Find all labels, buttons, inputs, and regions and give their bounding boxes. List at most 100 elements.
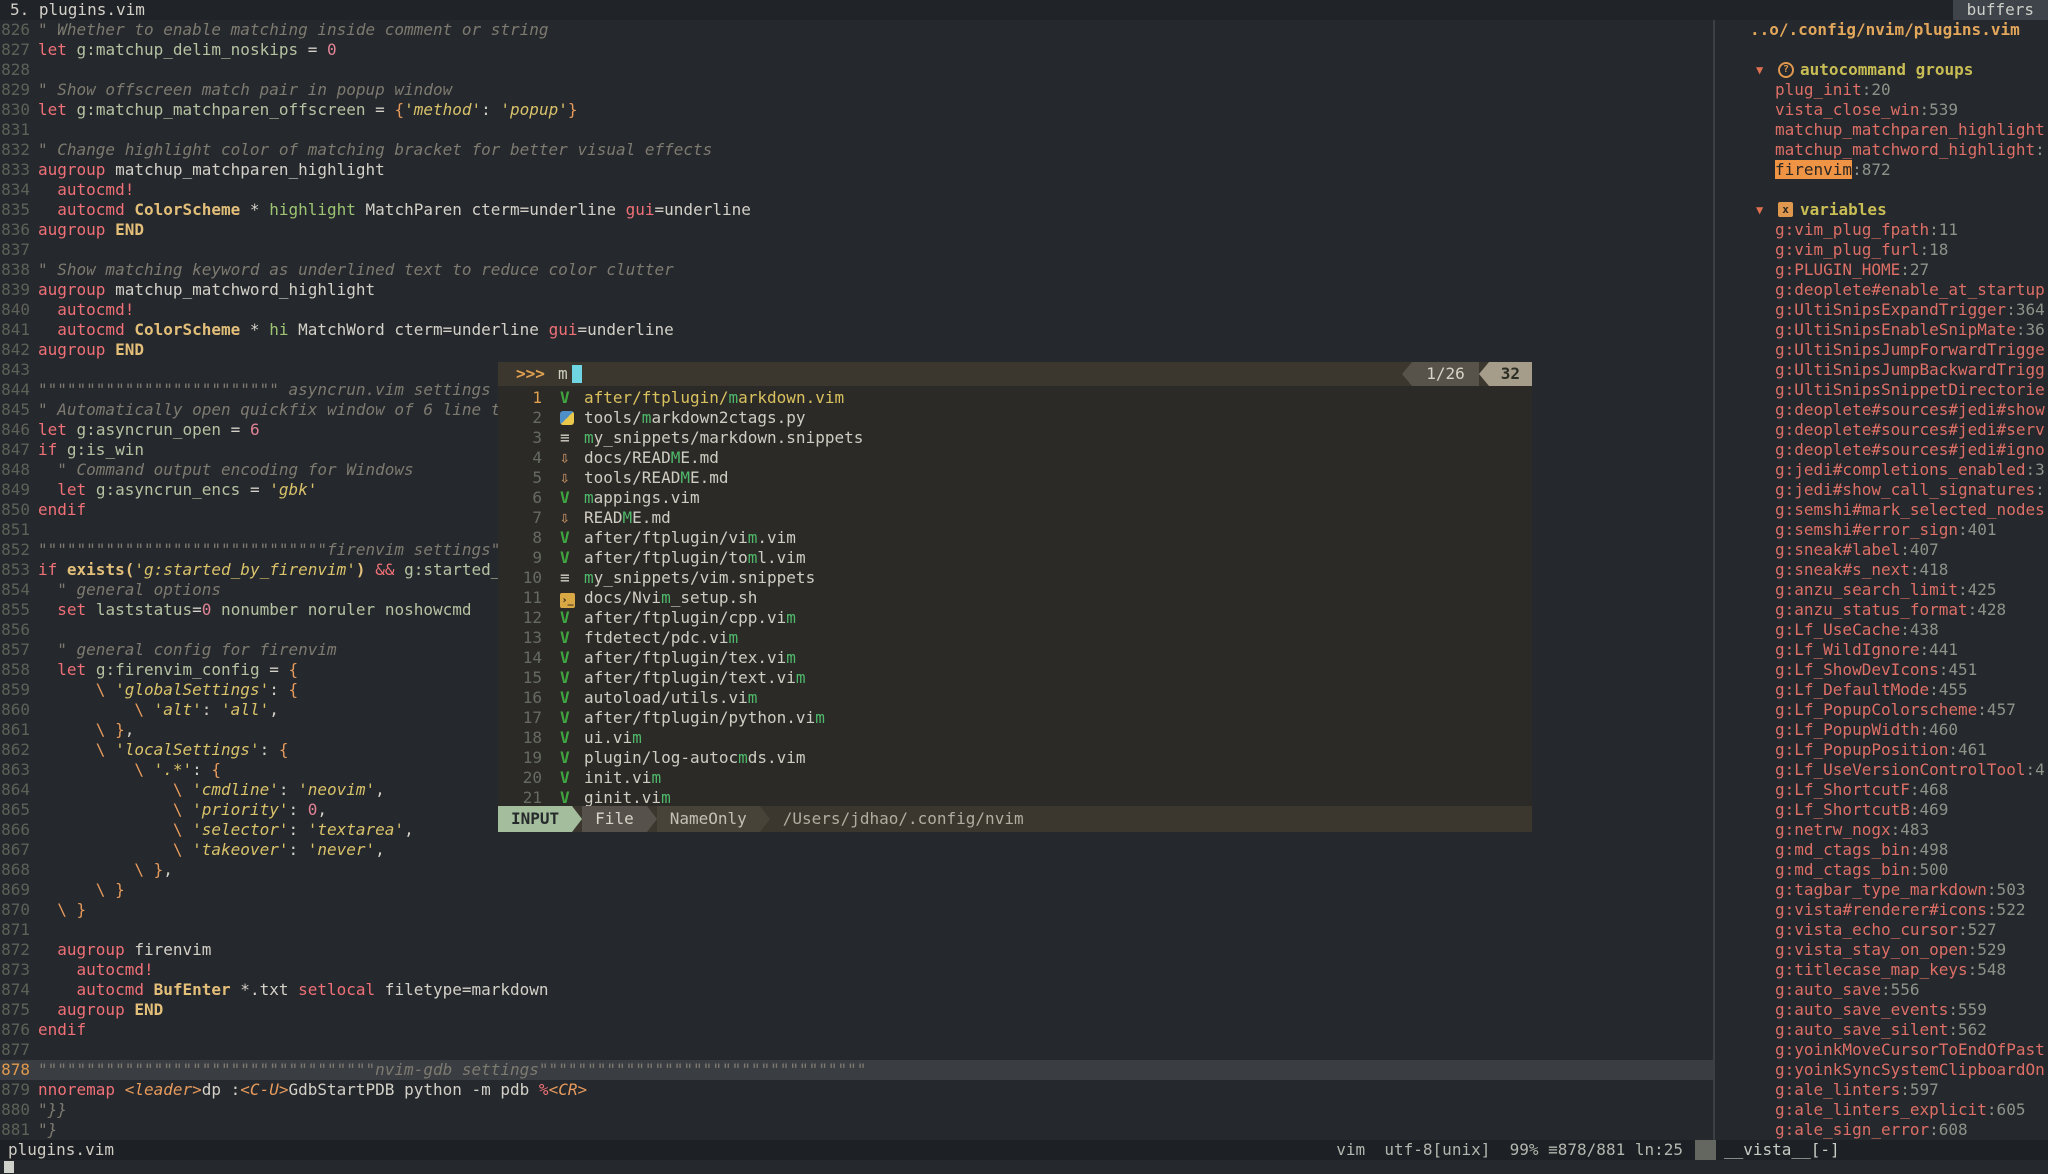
vista-tag-item[interactable]: g:Lf_ShortcutF:468 — [1775, 780, 1948, 800]
code-line[interactable]: 868 \ }, — [0, 860, 1713, 880]
vista-tag-item[interactable]: g:ale_sign_error:608 — [1775, 1120, 1968, 1140]
vista-tag-item[interactable]: g:titlecase_map_keys:548 — [1775, 960, 2006, 980]
fuzzy-finder-input-row[interactable]: >>> m 1/26 32 — [498, 362, 1532, 386]
chevron-down-icon[interactable]: ▼ — [1756, 60, 1763, 80]
code-line[interactable]: 880"}} — [0, 1100, 1713, 1120]
vista-tag-item[interactable]: matchup_matchword_highlight: — [1775, 140, 2045, 160]
code-line[interactable]: 878"""""""""""""""""""""""""""""""""""nv… — [0, 1060, 1713, 1080]
vista-tag-item[interactable]: g:Lf_PopupColorscheme:457 — [1775, 700, 2016, 720]
vista-tag-item[interactable]: matchup_matchparen_highlight — [1775, 120, 2045, 140]
code-line[interactable]: 877 — [0, 1040, 1713, 1060]
vista-tag-item[interactable]: g:semshi#error_sign:401 — [1775, 520, 1997, 540]
sidebar-section-header[interactable]: ▼?autocommand groups — [1716, 60, 2048, 80]
code-line[interactable]: 831 — [0, 120, 1713, 140]
code-line[interactable]: 832" Change highlight color of matching … — [0, 140, 1713, 160]
code-line[interactable]: 830let g:matchup_matchparen_offscreen = … — [0, 100, 1713, 120]
file-result-item[interactable]: 17Vafter/ftplugin/python.vim — [498, 708, 1532, 728]
code-line[interactable]: 829" Show offscreen match pair in popup … — [0, 80, 1713, 100]
code-line[interactable]: 828 — [0, 60, 1713, 80]
vista-tag-item[interactable]: g:anzu_search_limit:425 — [1775, 580, 1997, 600]
vista-tag-item[interactable]: g:yoinkSyncSystemClipboardOn — [1775, 1060, 2045, 1080]
code-line[interactable]: 871 — [0, 920, 1713, 940]
code-line[interactable]: 872 augroup firenvim — [0, 940, 1713, 960]
code-line[interactable]: 874 autocmd BufEnter *.txt setlocal file… — [0, 980, 1713, 1000]
vista-tag-item[interactable]: g:Lf_UseVersionControlTool:4 — [1775, 760, 2045, 780]
vista-tag-item[interactable]: g:netrw_nogx:483 — [1775, 820, 1929, 840]
vista-tag-item[interactable]: g:vista#renderer#icons:522 — [1775, 900, 2025, 920]
code-line[interactable]: 881"} — [0, 1120, 1713, 1140]
vista-tag-item[interactable]: g:deoplete#sources#jedi#igno — [1775, 440, 2045, 460]
file-result-item[interactable]: 6Vmappings.vim — [498, 488, 1532, 508]
vista-tag-item[interactable]: g:jedi#show_call_signatures: — [1775, 480, 2045, 500]
vista-tag-item[interactable]: g:UltiSnipsSnippetDirectorie — [1775, 380, 2045, 400]
vista-tag-item[interactable]: g:ale_linters_explicit:605 — [1775, 1100, 2025, 1120]
vista-tag-item[interactable]: vista_close_win:539 — [1775, 100, 1958, 120]
code-line[interactable]: 869 \ } — [0, 880, 1713, 900]
code-line[interactable]: 870 \ } — [0, 900, 1713, 920]
code-line[interactable]: 876endif — [0, 1020, 1713, 1040]
file-result-item[interactable]: 14Vafter/ftplugin/tex.vim — [498, 648, 1532, 668]
vista-tag-item[interactable]: g:deoplete#sources#jedi#serv — [1775, 420, 2045, 440]
vista-tag-item[interactable]: g:auto_save_silent:562 — [1775, 1020, 1987, 1040]
code-line[interactable]: 841 autocmd ColorScheme * hi MatchWord c… — [0, 320, 1713, 340]
file-result-item[interactable]: 3≡my_snippets/markdown.snippets — [498, 428, 1532, 448]
vista-tag-item[interactable]: g:auto_save_events:559 — [1775, 1000, 1987, 1020]
code-line[interactable]: 826" Whether to enable matching inside c… — [0, 20, 1713, 40]
code-line[interactable]: 867 \ 'takeover': 'never', — [0, 840, 1713, 860]
code-line[interactable]: 834 autocmd! — [0, 180, 1713, 200]
vista-tag-item[interactable]: g:Lf_ShortcutB:469 — [1775, 800, 1948, 820]
vista-tag-item[interactable]: g:sneak#label:407 — [1775, 540, 1939, 560]
vista-tag-item[interactable]: g:vim_plug_fpath:11 — [1775, 220, 1958, 240]
vista-tag-item[interactable]: g:Lf_DefaultMode:455 — [1775, 680, 1968, 700]
code-line[interactable]: 842augroup END — [0, 340, 1713, 360]
vista-tag-item[interactable]: g:tagbar_type_markdown:503 — [1775, 880, 2025, 900]
vista-tag-item[interactable]: g:anzu_status_format:428 — [1775, 600, 2006, 620]
code-line[interactable]: 875 augroup END — [0, 1000, 1713, 1020]
code-line[interactable]: 833augroup matchup_matchparen_highlight — [0, 160, 1713, 180]
vista-tag-item[interactable]: g:Lf_PopupPosition:461 — [1775, 740, 1987, 760]
file-result-item[interactable]: 4⇩docs/README.md — [498, 448, 1532, 468]
code-line[interactable]: 835 autocmd ColorScheme * highlight Matc… — [0, 200, 1713, 220]
code-line[interactable]: 879nnoremap <leader>dp :<C-U>GdbStartPDB… — [0, 1080, 1713, 1100]
vista-tag-item[interactable]: g:md_ctags_bin:500 — [1775, 860, 1948, 880]
vista-tag-item[interactable]: g:auto_save:556 — [1775, 980, 1920, 1000]
code-line[interactable]: 837 — [0, 240, 1713, 260]
sidebar-section-header[interactable]: ▼xvariables — [1716, 200, 2048, 220]
vista-tag-item[interactable]: g:vista_echo_cursor:527 — [1775, 920, 1997, 940]
vista-tag-item[interactable]: g:Lf_ShowDevIcons:451 — [1775, 660, 1977, 680]
file-result-item[interactable]: 19Vplugin/log-autocmds.vim — [498, 748, 1532, 768]
vista-tag-item[interactable]: g:sneak#s_next:418 — [1775, 560, 1948, 580]
file-result-item[interactable]: 20Vinit.vim — [498, 768, 1532, 788]
file-result-item[interactable]: 12Vafter/ftplugin/cpp.vim — [498, 608, 1532, 628]
vista-tag-item[interactable]: g:UltiSnipsExpandTrigger:364 — [1775, 300, 2045, 320]
vista-tag-item[interactable]: g:deoplete#sources#jedi#show — [1775, 400, 2045, 420]
vista-tag-item[interactable]: g:deoplete#enable_at_startup — [1775, 280, 2045, 300]
vista-tag-item[interactable]: g:UltiSnipsEnableSnipMate:36 — [1775, 320, 2045, 340]
vista-tag-item[interactable]: g:vista_stay_on_open:529 — [1775, 940, 2006, 960]
code-line[interactable]: 873 autocmd! — [0, 960, 1713, 980]
vista-tag-item[interactable]: g:PLUGIN_HOME:27 — [1775, 260, 1929, 280]
vista-tag-item[interactable]: g:UltiSnipsJumpBackwardTrigg — [1775, 360, 2045, 380]
vista-tag-item[interactable]: g:Lf_UseCache:438 — [1775, 620, 1939, 640]
file-result-item[interactable]: 7⇩README.md — [498, 508, 1532, 528]
file-result-item[interactable]: 21Vginit.vim — [498, 788, 1532, 808]
file-result-item[interactable]: 9Vafter/ftplugin/toml.vim — [498, 548, 1532, 568]
file-result-item[interactable]: 1Vafter/ftplugin/markdown.vim — [498, 388, 1532, 408]
file-result-item[interactable]: 18Vui.vim — [498, 728, 1532, 748]
file-result-item[interactable]: 2tools/markdown2ctags.py — [498, 408, 1532, 428]
file-result-item[interactable]: 8Vafter/ftplugin/vim.vim — [498, 528, 1532, 548]
file-result-item[interactable]: 11›_docs/Nvim_setup.sh — [498, 588, 1532, 608]
code-line[interactable]: 836augroup END — [0, 220, 1713, 240]
vista-tag-item[interactable]: g:semshi#mark_selected_nodes — [1775, 500, 2045, 520]
search-query[interactable]: m — [558, 362, 568, 386]
code-line[interactable]: 827let g:matchup_delim_noskips = 0 — [0, 40, 1713, 60]
code-line[interactable]: 840 autocmd! — [0, 300, 1713, 320]
vista-tag-item[interactable]: g:UltiSnipsJumpForwardTrigge — [1775, 340, 2045, 360]
vista-tag-item[interactable]: g:ale_linters:597 — [1775, 1080, 1939, 1100]
vista-tag-item[interactable]: g:md_ctags_bin:498 — [1775, 840, 1948, 860]
file-result-item[interactable]: 13Vftdetect/pdc.vim — [498, 628, 1532, 648]
code-line[interactable]: 838" Show matching keyword as underlined… — [0, 260, 1713, 280]
vista-tag-item[interactable]: firenvim:872 — [1775, 160, 1891, 180]
buffers-label[interactable]: buffers — [1953, 0, 2048, 20]
vista-tag-item[interactable]: g:yoinkMoveCursorToEndOfPast — [1775, 1040, 2045, 1060]
